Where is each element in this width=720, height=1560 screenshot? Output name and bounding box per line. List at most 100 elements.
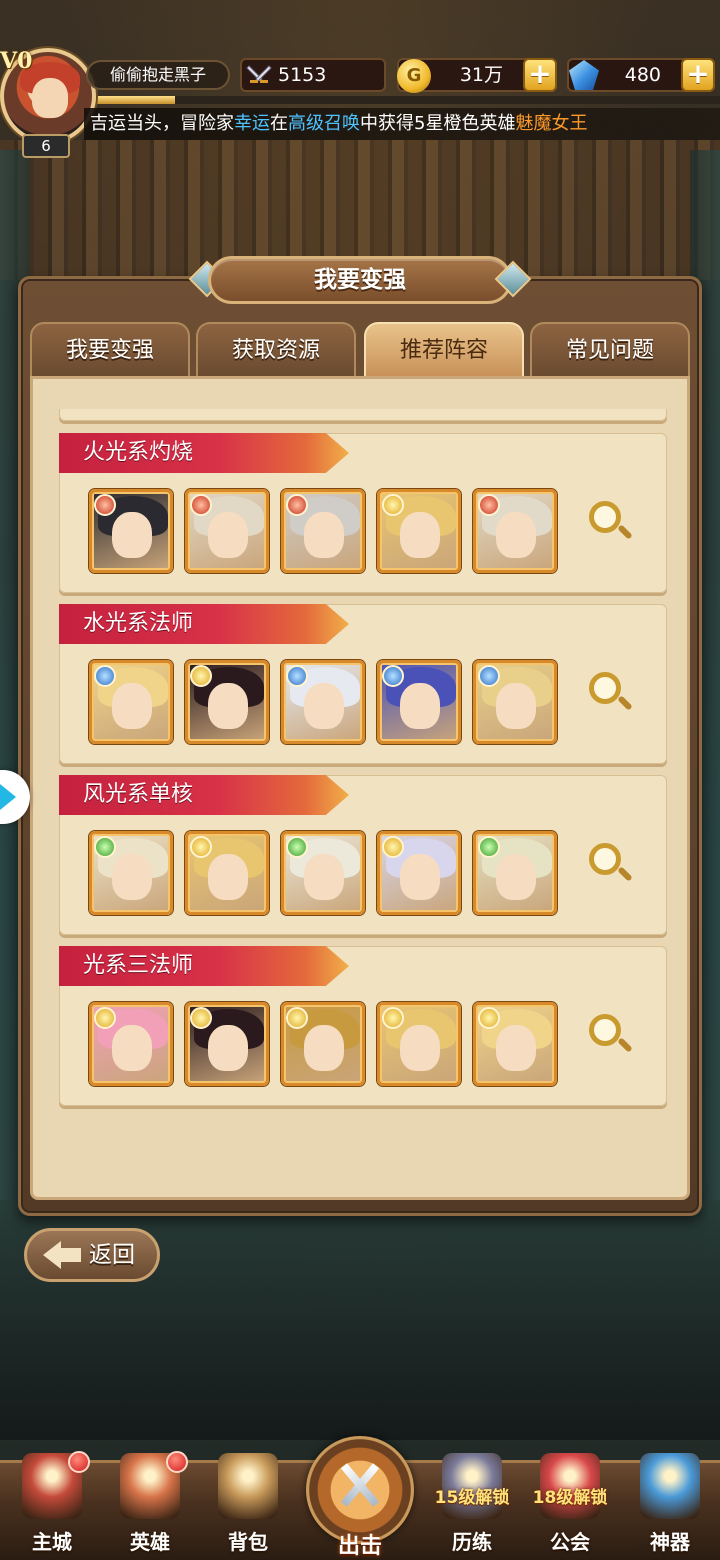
fire-element-icon bbox=[286, 494, 308, 516]
nav-label: 背包 bbox=[228, 1530, 268, 1554]
fire-element-icon bbox=[190, 494, 212, 516]
hero-portrait[interactable] bbox=[185, 489, 269, 573]
lineup-title: 火光系灼烧 bbox=[59, 433, 349, 473]
add-gold-button[interactable]: + bbox=[523, 58, 557, 92]
water-element-icon bbox=[94, 665, 116, 687]
hero-portrait[interactable] bbox=[473, 1002, 557, 1086]
hero-portrait[interactable] bbox=[89, 660, 173, 744]
nav-guild[interactable]: 18级解锁公会 bbox=[522, 1453, 618, 1560]
light-element-icon bbox=[382, 1007, 404, 1029]
hero-portrait[interactable] bbox=[473, 660, 557, 744]
hero-portrait[interactable] bbox=[89, 489, 173, 573]
hero-portrait[interactable] bbox=[377, 831, 461, 915]
nav-label: 神器 bbox=[650, 1530, 690, 1554]
light-element-icon bbox=[382, 836, 404, 858]
lineup-list-container: 火弓核心火光系灼烧水光系法师风光系单核光系三法师 bbox=[30, 376, 690, 1200]
nav-unlock-hint: 18级解锁 bbox=[532, 1488, 608, 1508]
gem-counter: 480 + bbox=[567, 58, 715, 92]
nav-bag[interactable]: 背包 bbox=[200, 1453, 296, 1560]
magnifier-lens bbox=[589, 501, 621, 533]
hero-portrait[interactable] bbox=[377, 489, 461, 573]
hero-portrait[interactable] bbox=[473, 831, 557, 915]
hero-face bbox=[496, 683, 536, 729]
hero-portrait[interactable] bbox=[281, 660, 365, 744]
player-name: 偷偷抱走黑子 bbox=[86, 60, 230, 90]
announcement-marquee: 吉运当头，冒险家幸运在高级召唤中获得5星橙色英雄魅魔女王 bbox=[84, 108, 720, 140]
nav-battle-button[interactable]: 出击 bbox=[306, 1436, 414, 1560]
hero-portrait[interactable] bbox=[185, 660, 269, 744]
hero-face bbox=[496, 512, 536, 558]
magnifier-handle bbox=[617, 1037, 633, 1053]
announcement-event: 高级召唤 bbox=[288, 113, 360, 134]
magnifier-lens bbox=[589, 1014, 621, 1046]
tab-recommended-lineups[interactable]: 推荐阵容 bbox=[364, 322, 524, 376]
vip-label[interactable]: V0 bbox=[0, 48, 32, 74]
hero-face bbox=[304, 1025, 344, 1071]
hero-face bbox=[208, 854, 248, 900]
hero-portrait[interactable] bbox=[89, 1002, 173, 1086]
tab-faq[interactable]: 常见问题 bbox=[530, 322, 690, 376]
magnifier-handle bbox=[617, 866, 633, 882]
wind-element-icon bbox=[478, 836, 500, 858]
magnifier-handle bbox=[617, 524, 633, 540]
fire-element-icon bbox=[94, 494, 116, 516]
hero-portrait[interactable] bbox=[185, 831, 269, 915]
hero-portrait[interactable] bbox=[185, 1002, 269, 1086]
nav-label: 英雄 bbox=[130, 1530, 170, 1554]
fire-element-icon bbox=[478, 494, 500, 516]
nav-main-city[interactable]: 主城 bbox=[4, 1451, 100, 1560]
hero-face bbox=[304, 512, 344, 558]
water-element-icon bbox=[286, 665, 308, 687]
water-element-icon bbox=[478, 665, 500, 687]
wind-element-icon bbox=[286, 836, 308, 858]
lineup-detail-search-icon[interactable] bbox=[587, 1012, 633, 1058]
lineup-title: 风光系单核 bbox=[59, 775, 349, 815]
lineup-card: 火弓核心 bbox=[59, 409, 667, 421]
hero-face bbox=[208, 1025, 248, 1071]
lineup-title: 光系三法师 bbox=[59, 946, 349, 986]
hero-portrait[interactable] bbox=[473, 489, 557, 573]
magnifier-handle bbox=[617, 695, 633, 711]
hero-portrait[interactable] bbox=[281, 831, 365, 915]
lineup-detail-search-icon[interactable] bbox=[587, 670, 633, 716]
announcement-text: 在 bbox=[270, 113, 288, 134]
hero-face bbox=[112, 512, 152, 558]
nav-artifact[interactable]: 神器 bbox=[622, 1453, 718, 1560]
gem-value: 480 bbox=[624, 64, 661, 86]
artifact-icon bbox=[640, 1453, 700, 1519]
crossed-swords-icon bbox=[246, 65, 272, 83]
hero-face bbox=[400, 683, 440, 729]
light-element-icon bbox=[286, 1007, 308, 1029]
hero-portrait[interactable] bbox=[377, 660, 461, 744]
nav-heroes[interactable]: 英雄 bbox=[102, 1451, 198, 1560]
hero-portrait[interactable] bbox=[377, 1002, 461, 1086]
water-element-icon bbox=[382, 665, 404, 687]
notification-dot bbox=[166, 1451, 188, 1473]
hero-portrait[interactable] bbox=[281, 489, 365, 573]
lineup-detail-search-icon[interactable] bbox=[587, 499, 633, 545]
hero-face bbox=[400, 854, 440, 900]
lineup-detail-search-icon[interactable] bbox=[587, 841, 633, 887]
bag-icon bbox=[218, 1453, 278, 1519]
back-button[interactable]: 返回 bbox=[24, 1228, 160, 1282]
magnifier-lens bbox=[589, 843, 621, 875]
play-arrow-icon bbox=[0, 784, 16, 810]
hero-face bbox=[496, 854, 536, 900]
lineup-scroll-area[interactable]: 火弓核心火光系灼烧水光系法师风光系单核光系三法师 bbox=[33, 409, 687, 1169]
nav-label: 历练 bbox=[452, 1530, 492, 1554]
nav-label: 公会 bbox=[550, 1530, 590, 1554]
hero-face bbox=[208, 512, 248, 558]
light-element-icon bbox=[190, 1007, 212, 1029]
nav-training[interactable]: 15级解锁 历练 bbox=[424, 1453, 520, 1560]
wind-element-icon bbox=[94, 836, 116, 858]
hero-portrait[interactable] bbox=[281, 1002, 365, 1086]
hero-face bbox=[304, 683, 344, 729]
light-element-icon bbox=[190, 836, 212, 858]
tab-get-stronger[interactable]: 我要变强 bbox=[30, 322, 190, 376]
add-gems-button[interactable]: + bbox=[681, 58, 715, 92]
light-element-icon bbox=[382, 494, 404, 516]
nav-label-battle: 出击 bbox=[337, 1534, 382, 1559]
hero-portrait[interactable] bbox=[89, 831, 173, 915]
tab-get-resources[interactable]: 获取资源 bbox=[196, 322, 356, 376]
avatar-face bbox=[32, 78, 68, 118]
